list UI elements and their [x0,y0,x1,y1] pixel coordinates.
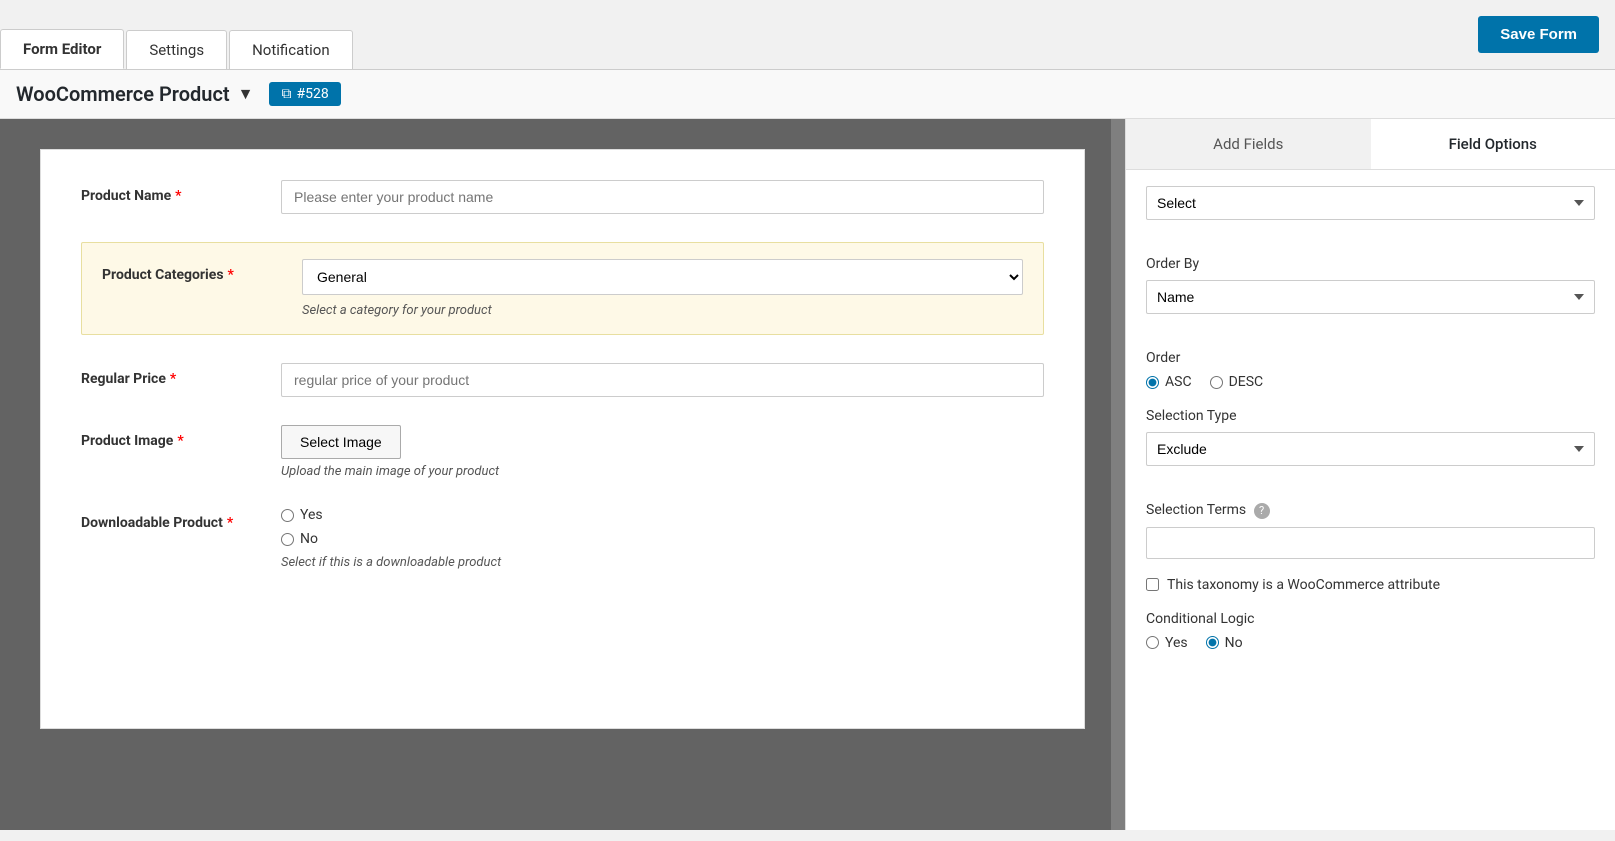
product-image-required: * [177,433,183,449]
form-title-dropdown-icon[interactable]: ▼ [238,84,254,104]
rp-order-by-select[interactable]: Name [1146,280,1595,314]
downloadable-product-hint: Select if this is a downloadable product [281,555,1044,570]
regular-price-required: * [170,371,176,387]
downloadable-product-radio-group: Yes No [281,507,1044,547]
rp-conditional-yes-row: Yes [1146,635,1188,651]
downloadable-no-radio[interactable] [281,533,294,546]
right-tab-content: Select Order By Name Order [1126,170,1615,830]
rp-main-select[interactable]: Select [1146,186,1595,220]
rp-select-wrap: Select [1146,186,1595,238]
rp-taxonomy-checkbox[interactable] [1146,578,1159,591]
downloadable-no-row: No [281,531,1044,547]
rp-order-asc-row: ASC [1146,374,1192,390]
rp-conditional-no-row: No [1206,635,1243,651]
regular-price-input[interactable] [281,363,1044,397]
rp-selection-type-section: Selection Type Exclude Include [1146,408,1595,484]
tab-form-editor[interactable]: Form Editor [0,29,124,69]
product-image-label: Product Image* [81,425,281,449]
rp-order-label: Order [1146,350,1595,366]
regular-price-field: Regular Price* [81,363,1044,397]
tab-add-fields[interactable]: Add Fields [1126,119,1371,169]
product-image-input-wrap: Select Image Upload the main image of yo… [281,425,1044,479]
rp-selection-terms-label: Selection Terms ? [1146,502,1595,519]
rp-taxonomy-label: This taxonomy is a WooCommerce attribute [1167,577,1440,593]
product-categories-input-wrap: General [302,259,1023,295]
product-categories-label: Product Categories* [102,259,302,283]
product-image-hint: Upload the main image of your product [281,464,1044,479]
rp-taxonomy-checkbox-row: This taxonomy is a WooCommerce attribute [1146,577,1595,593]
regular-price-label: Regular Price* [81,363,281,387]
rp-conditional-yes-label: Yes [1165,635,1188,651]
rp-conditional-logic-section: Conditional Logic Yes No [1146,611,1595,651]
downloadable-yes-radio[interactable] [281,509,294,522]
form-title: WooCommerce Product [16,82,230,106]
product-image-field: Product Image* Select Image Upload the m… [81,425,1044,479]
rp-conditional-logic-label: Conditional Logic [1146,611,1595,627]
product-categories-hint: Select a category for your product [302,303,1023,318]
rp-selection-type-select[interactable]: Exclude Include [1146,432,1595,466]
rp-order-asc-label: ASC [1165,374,1192,390]
downloadable-product-label: Downloadable Product* [81,507,281,531]
product-name-input[interactable] [281,180,1044,214]
rp-order-by-label: Order By [1146,256,1595,272]
product-name-input-wrap [281,180,1044,214]
tab-settings[interactable]: Settings [126,30,227,69]
rp-order-radio-group: ASC DESC [1146,374,1595,390]
product-name-required: * [175,188,181,204]
rp-order-by-wrap: Name [1146,280,1595,332]
downloadable-yes-row: Yes [281,507,1044,523]
rp-selection-type-label: Selection Type [1146,408,1595,424]
tab-field-options[interactable]: Field Options [1371,119,1615,169]
rp-conditional-logic-radio-group: Yes No [1146,635,1595,651]
downloadable-product-field: Downloadable Product* Yes No Select if t [81,507,1044,570]
copy-icon: ⧉ [281,86,291,102]
main-layout: Product Name* Product Categories* Genera… [0,119,1615,830]
product-name-label: Product Name* [81,180,281,204]
form-id-badge[interactable]: ⧉ #528 [269,82,340,106]
rp-selection-terms-section: Selection Terms ? [1146,502,1595,559]
rp-order-desc-radio[interactable] [1210,376,1223,389]
downloadable-product-required: * [227,515,233,531]
tab-notification[interactable]: Notification [229,30,353,69]
product-categories-required: * [228,267,234,283]
rp-order-section: Order ASC DESC [1146,350,1595,390]
form-canvas: Product Name* Product Categories* Genera… [40,149,1085,729]
rp-conditional-no-radio[interactable] [1206,636,1219,649]
right-panel: Add Fields Field Options Select Order By… [1125,119,1615,830]
rp-selection-type-wrap: Exclude Include [1146,432,1595,484]
rp-order-asc-radio[interactable] [1146,376,1159,389]
rp-conditional-no-label: No [1225,635,1243,651]
rp-order-by-section: Order By Name [1146,256,1595,332]
selection-terms-help-icon[interactable]: ? [1254,503,1270,519]
product-categories-field: Product Categories* General Select a cat… [81,242,1044,335]
rp-select-section: Select [1146,186,1595,238]
downloadable-yes-label: Yes [300,507,323,523]
rp-selection-terms-input[interactable] [1146,527,1595,559]
rp-order-desc-label: DESC [1229,374,1264,390]
rp-order-desc-row: DESC [1210,374,1264,390]
product-categories-select[interactable]: General [302,259,1023,295]
product-name-field: Product Name* [81,180,1044,214]
save-form-button[interactable]: Save Form [1478,16,1599,53]
select-image-button[interactable]: Select Image [281,425,401,459]
downloadable-no-label: No [300,531,318,547]
form-title-bar: WooCommerce Product ▼ ⧉ #528 [0,70,1615,119]
left-scrollbar[interactable] [1111,119,1125,830]
right-tabs: Add Fields Field Options [1126,119,1615,170]
product-categories-inner: Product Categories* General [102,259,1023,295]
product-categories-select-wrap: General [302,259,1023,295]
top-tabs: Form Editor Settings Notification [0,0,355,69]
left-panel: Product Name* Product Categories* Genera… [0,119,1125,830]
form-id-label: #528 [296,86,328,102]
regular-price-input-wrap [281,363,1044,397]
downloadable-product-input-wrap: Yes No Select if this is a downloadable … [281,507,1044,570]
top-bar: Form Editor Settings Notification Save F… [0,0,1615,70]
rp-conditional-yes-radio[interactable] [1146,636,1159,649]
